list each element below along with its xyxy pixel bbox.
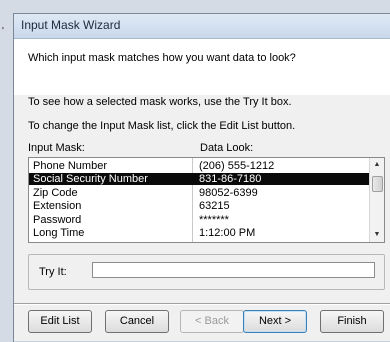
mask-name: Zip Code (33, 186, 78, 199)
mask-data-look: ******* (199, 213, 229, 226)
list-vertical-scrollbar[interactable]: ▲ ▼ (369, 158, 384, 242)
data-look-column-header: Data Look: (200, 142, 254, 154)
mask-name: Password (33, 213, 82, 226)
list-item[interactable]: Extension 63215 (29, 200, 369, 212)
finish-button[interactable]: Finish (320, 310, 384, 333)
window-title: Input Mask Wizard (21, 18, 121, 32)
mask-name: Long Time (33, 227, 85, 239)
input-mask-column-header: Input Mask: (28, 142, 85, 154)
mask-data-look: 831-86-7180 (199, 173, 262, 186)
cancel-button[interactable]: Cancel (105, 310, 169, 333)
mask-name: Extension (33, 200, 82, 213)
question-text: Which input mask matches how you want da… (28, 52, 296, 64)
edit-list-button[interactable]: Edit List (28, 310, 92, 333)
try-it-input[interactable] (92, 262, 375, 278)
mask-data-look: 1:12:00 PM (199, 227, 256, 239)
button-divider (14, 303, 390, 305)
mask-name: Phone Number (33, 160, 107, 172)
wizard-header: Which input mask matches how you want da… (14, 39, 390, 95)
mask-data-look: (206) 555-1212 (199, 160, 275, 172)
scroll-thumb[interactable] (372, 176, 383, 192)
try-it-label: Try It: (39, 266, 67, 278)
mask-name: Social Security Number (33, 173, 148, 186)
input-mask-list[interactable]: Phone Number (206) 555-1212 Social Securit… (28, 157, 385, 243)
scroll-up-arrow-icon[interactable]: ▲ (370, 158, 384, 172)
edit-list-instruction: To change the Input Mask list, click the… (28, 120, 296, 132)
title-bar: Input Mask Wizard (14, 14, 390, 39)
scroll-down-arrow-icon[interactable]: ▼ (370, 228, 384, 242)
list-item[interactable]: Social Security Number 831-86-7180 (29, 173, 369, 186)
try-it-group: Try It: (28, 254, 385, 290)
next-button[interactable]: Next > (243, 310, 307, 333)
list-item[interactable]: Phone Number (206) 555-1212 (29, 160, 369, 172)
try-it-instruction: To see how a selected mask works, use th… (28, 96, 292, 108)
input-mask-wizard-dialog: Input Mask Wizard Which input mask match… (13, 13, 390, 342)
mask-data-look: 98052-6399 (199, 186, 258, 199)
mask-data-look: 63215 (199, 200, 230, 213)
list-item[interactable]: Password ******* (29, 214, 369, 226)
list-item[interactable]: Long Time 1:12:00 PM (29, 227, 369, 239)
background-window-edge: ' (2, 26, 4, 37)
back-button[interactable]: < Back (180, 310, 244, 333)
list-item[interactable]: Zip Code 98052-6399 (29, 187, 369, 199)
